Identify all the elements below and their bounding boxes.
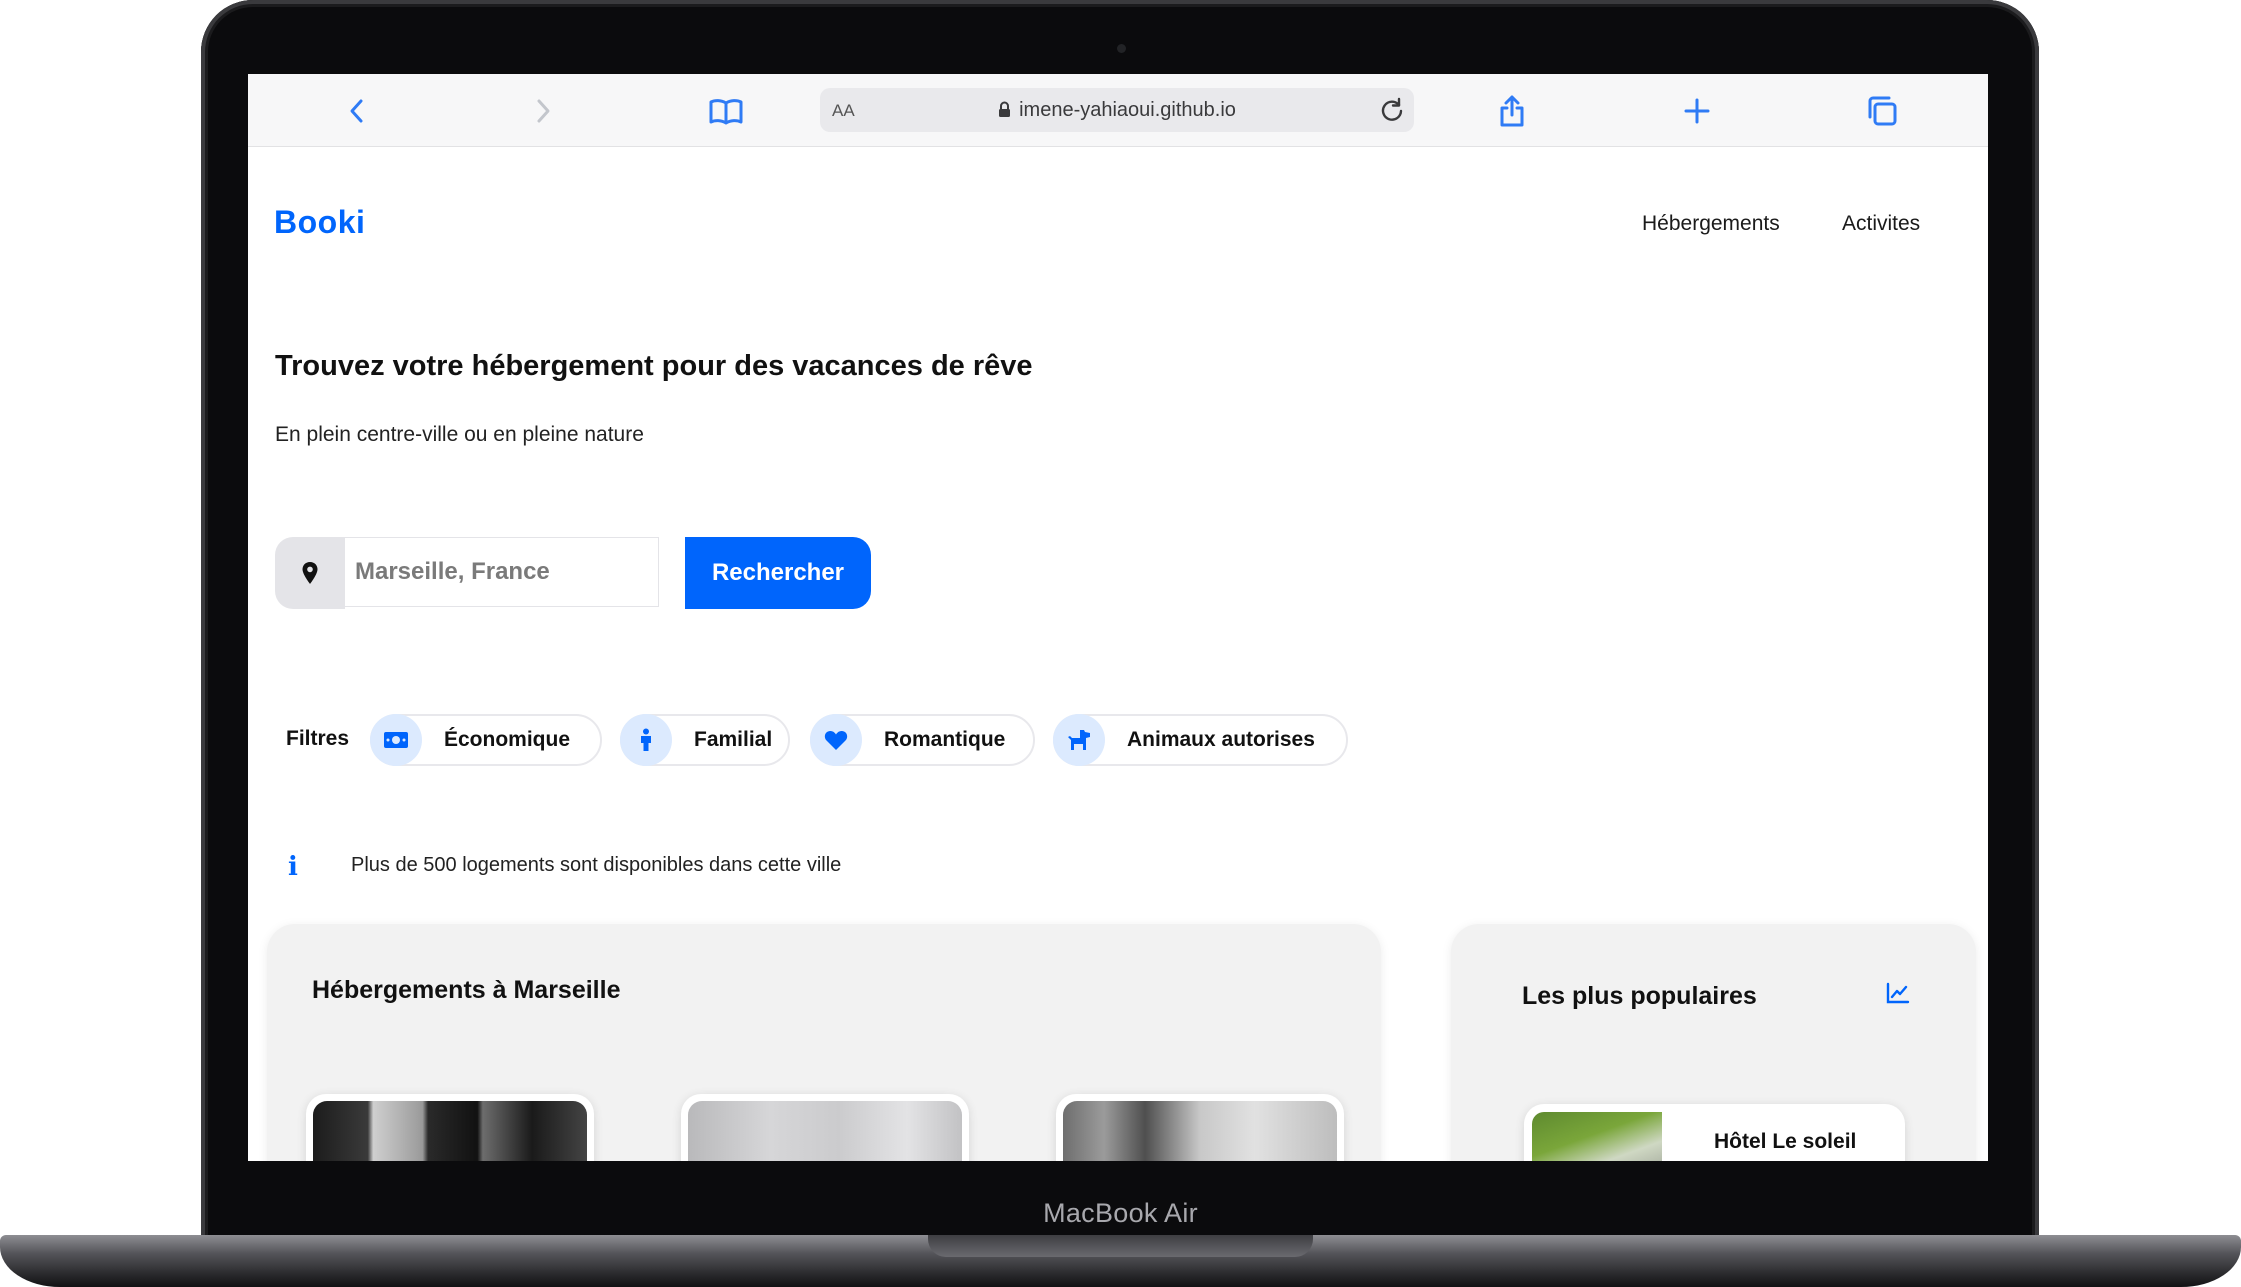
- device-label: MacBook Air: [1043, 1198, 1198, 1228]
- person-icon: [620, 714, 672, 766]
- filter-chip-label: Économique: [444, 728, 571, 751]
- search-input[interactable]: [345, 537, 659, 607]
- reload-icon[interactable]: [1378, 96, 1406, 124]
- accommodation-card[interactable]: [306, 1094, 594, 1161]
- filter-chip-label: Romantique: [884, 728, 1006, 751]
- filter-chip-label: Animaux autorises: [1127, 728, 1315, 751]
- forward-icon[interactable]: [526, 94, 560, 128]
- popular-image: [1532, 1112, 1662, 1161]
- page-title: Trouvez votre hébergement pour des vacan…: [275, 350, 1033, 382]
- new-tab-icon[interactable]: [1680, 94, 1714, 128]
- map-pin-icon: [275, 537, 345, 609]
- info-icon: i: [288, 852, 298, 882]
- filters-label: Filtres: [286, 727, 350, 750]
- money-icon: [370, 714, 422, 766]
- accommodations-title: Hébergements à Marseille: [312, 976, 621, 1004]
- filter-chip-romantique[interactable]: Romantique: [810, 714, 1035, 766]
- site-logo[interactable]: Booki: [274, 204, 365, 241]
- address-bar[interactable]: AA imene-yahiaoui.github.io: [820, 88, 1414, 132]
- info-message: Plus de 500 logements sont disponibles d…: [351, 854, 842, 876]
- accommodation-image: [313, 1101, 587, 1161]
- screen: AA imene-yahiaoui.github.io Booki Héberg…: [248, 74, 1988, 1161]
- accommodation-card[interactable]: [1056, 1094, 1344, 1161]
- search-form: Rechercher: [275, 537, 871, 609]
- heart-icon: [810, 714, 862, 766]
- laptop-hinge: [928, 1235, 1313, 1257]
- filter-chip-economique[interactable]: Économique: [370, 714, 602, 766]
- popular-title: Les plus populaires: [1522, 982, 1757, 1010]
- filter-chip-animaux[interactable]: Animaux autorises: [1053, 714, 1348, 766]
- browser-toolbar: AA imene-yahiaoui.github.io: [248, 74, 1988, 147]
- back-icon[interactable]: [340, 94, 374, 128]
- share-icon[interactable]: [1495, 94, 1529, 128]
- url-text: imene-yahiaoui.github.io: [1019, 99, 1236, 121]
- bookmarks-icon[interactable]: [709, 94, 743, 128]
- filter-chip-label: Familial: [694, 728, 773, 751]
- accommodation-image: [688, 1101, 962, 1161]
- filter-chip-familial[interactable]: Familial: [620, 714, 790, 766]
- tabs-icon[interactable]: [1865, 94, 1899, 128]
- popular-card[interactable]: Hôtel Le soleil: [1524, 1104, 1905, 1161]
- trend-chart-icon: [1886, 982, 1910, 1004]
- search-button[interactable]: Rechercher: [685, 537, 871, 609]
- popular-name: Hôtel Le soleil: [1714, 1130, 1857, 1153]
- nav-link-activites[interactable]: Activites: [1842, 212, 1920, 236]
- camera-icon: [1117, 44, 1126, 53]
- nav-link-hebergements[interactable]: Hébergements: [1642, 212, 1780, 236]
- accommodation-card[interactable]: [681, 1094, 969, 1161]
- lock-icon: [999, 101, 1011, 117]
- page-subtitle: En plein centre-ville ou en pleine natur…: [275, 423, 644, 446]
- dog-icon: [1053, 714, 1105, 766]
- accommodation-image: [1063, 1101, 1337, 1161]
